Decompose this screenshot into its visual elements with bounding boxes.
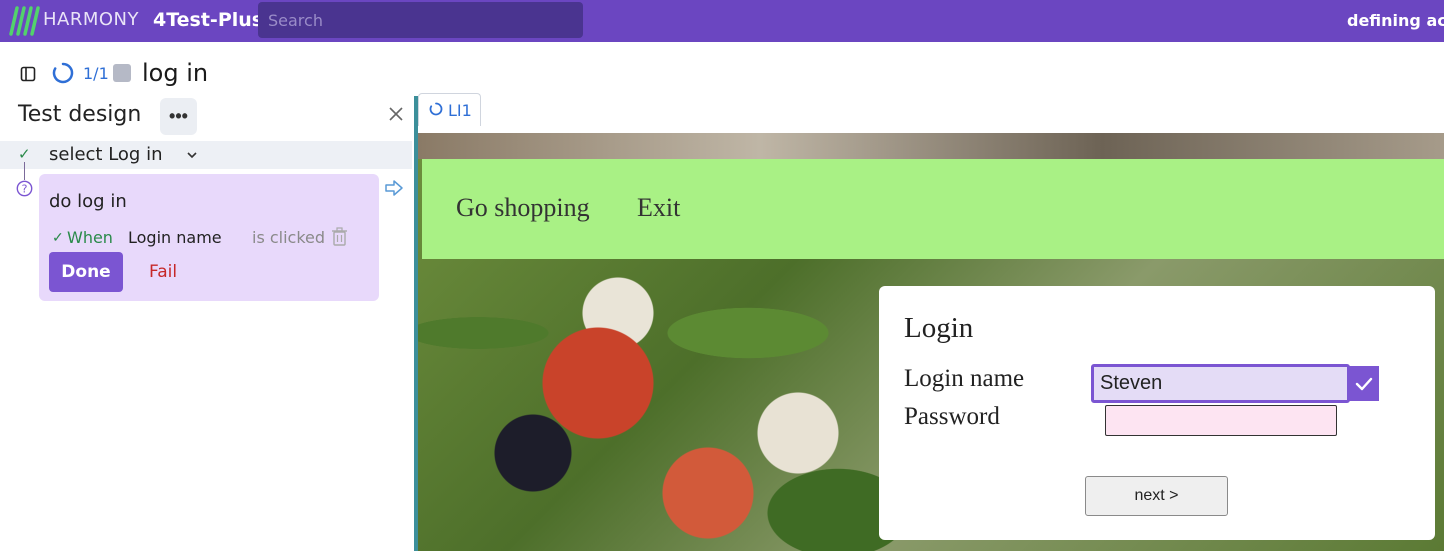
- nav-go-shopping[interactable]: Go shopping: [456, 193, 590, 223]
- project-name[interactable]: 4Test-Plus: [153, 9, 263, 31]
- fail-button[interactable]: Fail: [149, 262, 177, 282]
- more-options-button[interactable]: •••: [160, 98, 197, 135]
- panel-title: Test design: [18, 102, 142, 127]
- status-square-icon: [113, 64, 131, 82]
- trash-icon[interactable]: [331, 227, 348, 246]
- brand-name: HARMONY: [43, 9, 140, 30]
- step-card-title: do log in: [49, 191, 127, 212]
- step-connector: [24, 162, 25, 180]
- check-icon: ✓: [52, 229, 64, 245]
- top-bar: HARMONY 4Test-Plus defining acti: [0, 0, 1444, 42]
- login-name-label: Login name: [904, 365, 1025, 392]
- progress-counter: 1/1: [83, 64, 109, 83]
- login-name-input[interactable]: [1091, 364, 1350, 403]
- check-icon[interactable]: [1349, 366, 1379, 401]
- next-button[interactable]: next >: [1085, 476, 1228, 516]
- close-icon[interactable]: [386, 104, 406, 124]
- chevron-down-icon[interactable]: [186, 148, 198, 160]
- login-heading: Login: [904, 312, 974, 344]
- question-icon: ?: [16, 180, 33, 197]
- search-input[interactable]: [258, 2, 583, 38]
- action-text: is clicked: [252, 228, 326, 247]
- tab-spinner-icon: [429, 102, 443, 116]
- harmony-logo-icon[interactable]: [8, 6, 40, 36]
- done-button[interactable]: Done: [49, 252, 123, 292]
- progress-spinner-icon: [52, 62, 74, 84]
- field-name: Login name: [128, 228, 222, 247]
- arrow-right-icon[interactable]: [384, 179, 404, 197]
- tab-label[interactable]: LI1: [448, 101, 472, 120]
- status-text: defining acti: [1347, 11, 1444, 30]
- preview-top-strip: [418, 133, 1444, 159]
- password-input[interactable]: [1105, 405, 1337, 436]
- panel-toggle-icon[interactable]: [20, 66, 36, 82]
- password-label: Password: [904, 403, 1000, 430]
- when-label: When: [67, 228, 113, 247]
- page-title: log in: [142, 59, 209, 87]
- svg-text:?: ?: [22, 183, 28, 196]
- step-label[interactable]: select Log in: [49, 144, 162, 165]
- nav-exit[interactable]: Exit: [637, 193, 680, 223]
- check-icon: ✓: [18, 146, 31, 163]
